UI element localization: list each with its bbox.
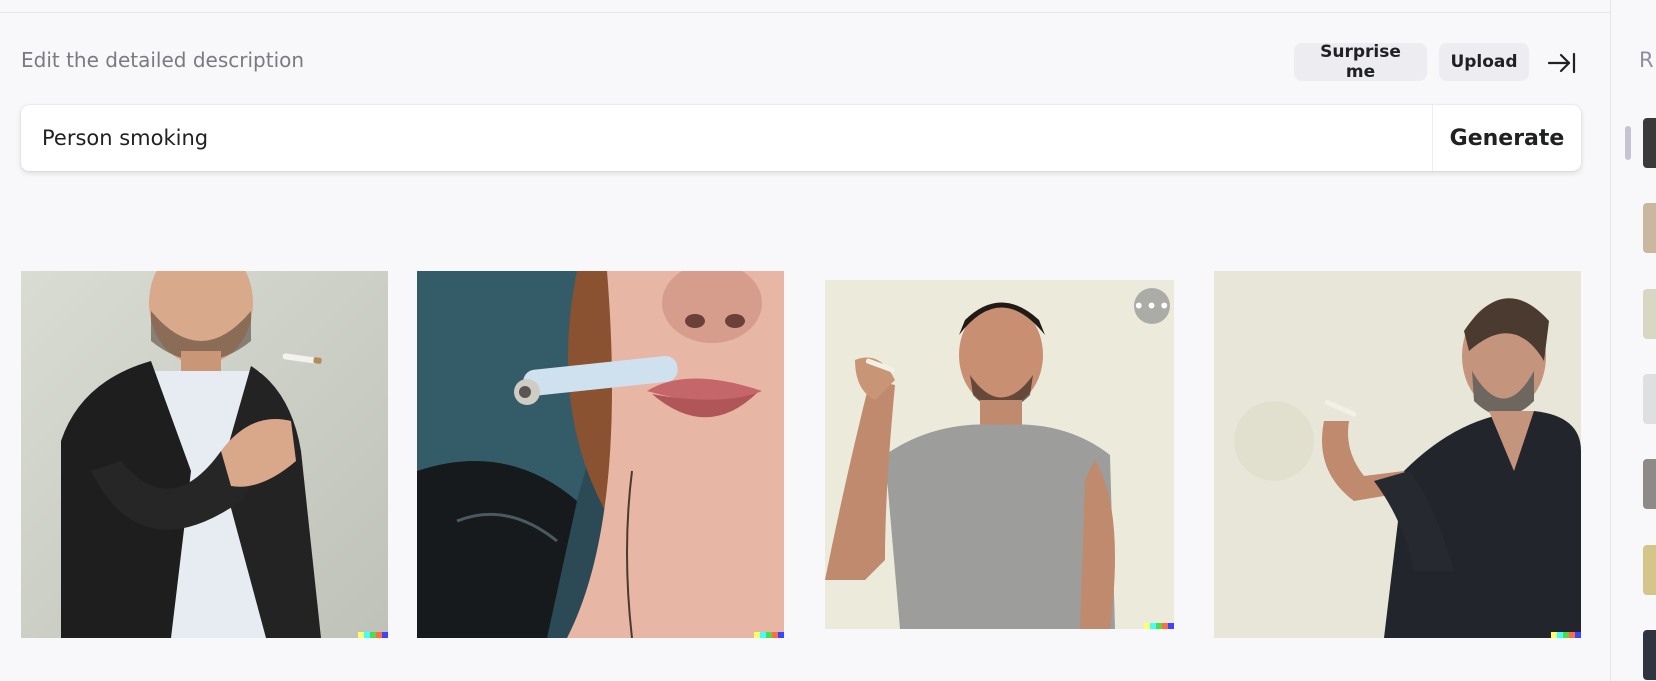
top-bar [0,0,1610,13]
history-thumbnail[interactable] [1643,203,1656,253]
generated-image-2[interactable] [417,271,784,638]
more-options-button[interactable]: ••• [1133,288,1170,324]
page-title: Edit the detailed description [21,48,305,72]
history-thumbnail[interactable] [1643,118,1656,168]
watermark [754,632,784,638]
prompt-input[interactable] [21,105,1432,171]
prompt-box: Generate [21,105,1581,171]
watermark [358,632,388,638]
generated-image-1[interactable] [21,271,388,638]
image-3-illustration [825,280,1174,629]
image-4-illustration [1214,271,1581,638]
history-scrollbar[interactable] [1625,126,1631,160]
generate-button[interactable]: Generate [1432,105,1581,171]
upload-button[interactable]: Upload [1439,43,1529,81]
history-thumbnail[interactable] [1643,459,1656,509]
history-thumbnail[interactable] [1643,545,1656,595]
history-sidebar: R [1610,0,1656,681]
image-2-illustration [417,271,784,638]
collapse-sidebar-icon[interactable] [1547,50,1577,76]
surprise-me-button[interactable]: Surprise me [1294,42,1427,82]
generated-image-4[interactable] [1214,271,1581,638]
watermark [1551,632,1581,638]
history-title: R [1639,48,1654,72]
main-panel: Edit the detailed description Surprise m… [0,13,1610,681]
generated-image-3[interactable]: ••• [825,280,1174,629]
image-1-illustration [21,271,388,638]
watermark [1144,623,1174,629]
history-thumbnail[interactable] [1643,289,1656,339]
history-thumbnail[interactable] [1643,374,1656,424]
history-thumbnail[interactable] [1643,630,1656,680]
